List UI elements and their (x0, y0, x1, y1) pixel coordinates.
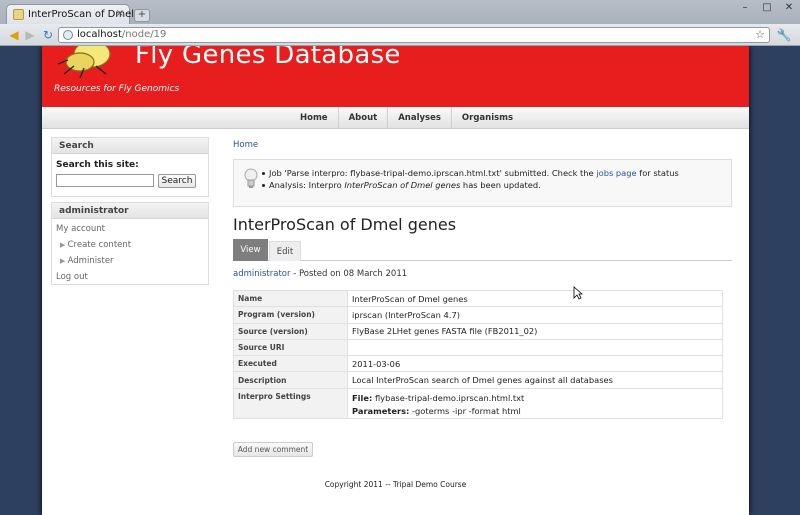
row-key: Source URI (233, 338, 348, 357)
nav-home[interactable]: Home (290, 107, 339, 129)
table-row: Interpro Settings File: flybase-tripal-d… (233, 387, 723, 419)
row-key: Executed (233, 355, 348, 373)
add-comment-button[interactable]: Add new comment (233, 442, 313, 457)
address-bar[interactable]: localhost/node/19 ☆ (58, 27, 770, 43)
nav-organisms[interactable]: Organisms (452, 107, 523, 129)
row-key: Interpro Settings (233, 387, 348, 419)
site-header: Fly Genes Database Resources for Fly Gen… (42, 46, 749, 107)
page-viewport: Fly Genes Database Resources for Fly Gen… (0, 46, 800, 515)
search-button[interactable]: Search (158, 174, 196, 188)
user-menu-title: administrator (52, 203, 208, 219)
message-analysis-updated: Analysis: Interpro InterProScan of Dmel … (262, 180, 541, 190)
bookmark-star-icon[interactable]: ☆ (755, 28, 765, 41)
footer: Copyright 2011 -- Tripal Demo Course (324, 480, 467, 489)
minimize-icon[interactable]: – (734, 1, 756, 15)
menu-my-account[interactable]: My account (56, 224, 105, 234)
site-name[interactable]: Fly Genes Database (135, 46, 401, 70)
favicon-icon (13, 9, 24, 20)
row-key: Program (version) (233, 306, 348, 324)
row-key: Name (233, 289, 348, 308)
status-messages: Job 'Parse interpro: flybase-tripal-demo… (233, 159, 732, 207)
close-window-icon[interactable]: ✕ (778, 1, 800, 15)
nav-analyses[interactable]: Analyses (388, 107, 452, 129)
collapsed-arrow-icon: ▶ (60, 257, 68, 265)
browser-chrome: InterProScan of Dmel × + – □ ✕ ◀ ▶ ↻ loc… (0, 0, 800, 46)
tab-strip: InterProScan of Dmel × + – □ ✕ (0, 0, 800, 24)
search-input[interactable] (56, 174, 154, 187)
row-value: FlyBase 2LHet genes FASTA file (FB2011_0… (347, 322, 723, 340)
menu-create-content[interactable]: ▶ Create content (60, 240, 131, 250)
submitted-info: administrator - Posted on 08 March 2011 (233, 269, 408, 279)
user-menu-block: administrator My account ▶ Create conten… (51, 202, 209, 285)
node-tabs: View Edit (233, 239, 732, 261)
globe-icon (63, 30, 73, 40)
menu-administer[interactable]: ▶ Administer (60, 256, 114, 266)
browser-toolbar: ◀ ▶ ↻ localhost/node/19 ☆ 🔧 (0, 24, 800, 46)
back-icon[interactable]: ◀ (6, 27, 22, 43)
browser-tab[interactable]: InterProScan of Dmel × (6, 4, 134, 24)
tab-edit[interactable]: Edit (269, 241, 301, 261)
jobs-page-link[interactable]: jobs page (596, 168, 636, 178)
table-row: Name InterProScan of Dmel genes (233, 289, 723, 308)
row-key: Source (version) (233, 322, 348, 340)
row-value: 2011-03-06 (347, 355, 723, 373)
analysis-details-table: Name InterProScan of Dmel genes Program (… (233, 289, 723, 419)
row-value: InterProScan of Dmel genes (347, 289, 723, 308)
page: Fly Genes Database Resources for Fly Gen… (42, 46, 749, 515)
maximize-icon[interactable]: □ (756, 1, 778, 15)
table-row: Source URI (233, 338, 723, 357)
row-value: Local InterProScan search of Dmel genes … (347, 371, 723, 389)
lightbulb-icon (244, 168, 258, 188)
tab-view[interactable]: View (233, 239, 268, 261)
breadcrumb[interactable]: Home (233, 140, 258, 150)
url-text: localhost/node/19 (77, 29, 167, 40)
search-block: Search Search this site: Search (51, 137, 209, 197)
menu-log-out[interactable]: Log out (56, 272, 88, 282)
collapsed-arrow-icon: ▶ (60, 241, 68, 249)
forward-icon[interactable]: ▶ (22, 27, 38, 43)
new-tab-button[interactable]: + (134, 9, 150, 22)
wrench-icon[interactable]: 🔧 (776, 27, 792, 43)
search-block-title: Search (52, 138, 208, 154)
table-row: Description Local InterProScan search of … (233, 371, 723, 389)
row-value: File: flybase-tripal-demo.iprscan.html.t… (347, 387, 723, 419)
table-row: Program (version) iprscan (InterProScan 4… (233, 306, 723, 324)
search-label: Search this site: (56, 160, 139, 170)
primary-nav: Home About Analyses Organisms (42, 107, 749, 129)
table-row: Executed 2011-03-06 (233, 355, 723, 373)
mouse-cursor-icon (573, 286, 583, 300)
row-key: Description (233, 371, 348, 389)
message-job-submitted: Job 'Parse interpro: flybase-tripal-demo… (262, 168, 679, 178)
reload-icon[interactable]: ↻ (40, 27, 56, 43)
nav-about[interactable]: About (339, 107, 389, 129)
table-row: Source (version) FlyBase 2LHet genes FAST… (233, 322, 723, 340)
page-title: InterProScan of Dmel genes (233, 215, 457, 234)
fly-logo-icon[interactable] (54, 46, 124, 78)
author-link[interactable]: administrator (233, 269, 291, 279)
tab-close-icon[interactable]: × (116, 8, 124, 19)
row-value: iprscan (InterProScan 4.7) (347, 306, 723, 324)
site-slogan: Resources for Fly Genomics (54, 84, 180, 94)
row-value (347, 338, 723, 357)
